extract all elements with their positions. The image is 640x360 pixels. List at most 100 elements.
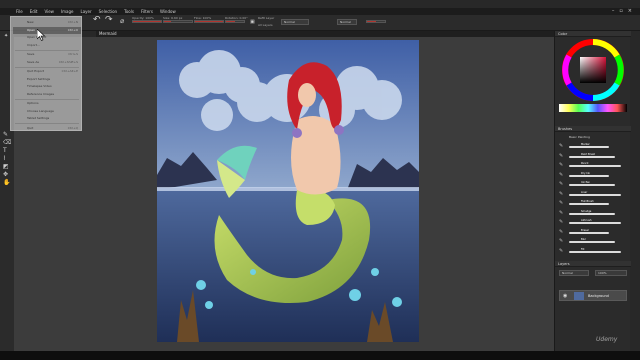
- brush-item[interactable]: ✎ Paint Brush: [559, 153, 627, 161]
- brush-stroke-preview: [569, 250, 621, 253]
- color-wheel[interactable]: [561, 38, 625, 102]
- brush-stroke-preview: [569, 174, 609, 177]
- layer-opacity-field[interactable]: 100%: [595, 270, 627, 276]
- mermaid-illustration: [157, 40, 419, 342]
- eraser-icon[interactable]: ⌫: [3, 139, 11, 146]
- close-window-button[interactable]: ×: [628, 8, 632, 14]
- text-tool-icon[interactable]: T: [3, 147, 7, 154]
- brush-item[interactable]: ✎ Liner: [559, 191, 627, 199]
- brushes-panel-header: Brushes: [555, 126, 631, 132]
- menu-file[interactable]: File: [16, 9, 23, 14]
- opacity-slider-fill: [133, 21, 161, 22]
- file-menu-item[interactable]: Save As Ctrl+Shift+S: [13, 59, 81, 66]
- file-menu-item[interactable]: Choose Language: [13, 108, 81, 115]
- brush-item[interactable]: ✎ Blur: [559, 238, 627, 246]
- undo-icon[interactable]: ↶: [93, 16, 101, 25]
- brush-stroke-preview: [569, 222, 621, 224]
- color-swatches[interactable]: [559, 104, 627, 112]
- color-panel-title: Color: [558, 32, 568, 36]
- brush-icon: ✎: [559, 209, 564, 216]
- redo-icon[interactable]: ↷: [105, 16, 113, 25]
- file-menu-item[interactable]: Tablet Settings: [13, 115, 81, 122]
- brush-name: Ink Pen: [581, 181, 591, 184]
- brush-name: Eraser: [581, 228, 590, 232]
- brush-name: Smudge: [581, 209, 592, 213]
- pin-icon[interactable]: ✦: [4, 33, 8, 39]
- file-menu-item[interactable]: Quit Export Ctrl+Alt+E: [13, 68, 81, 75]
- menu-selection[interactable]: Selection: [99, 9, 117, 14]
- rotation-slider[interactable]: [225, 20, 245, 23]
- file-menu-item[interactable]: Open Recent: [13, 34, 81, 41]
- menu-tools[interactable]: Tools: [124, 9, 134, 14]
- size-slider[interactable]: [163, 20, 193, 23]
- file-menu-item[interactable]: Reference Images: [13, 91, 81, 98]
- brush-name: Fill: [581, 247, 585, 251]
- minimize-button[interactable]: –: [612, 8, 615, 14]
- brush-name: Liner: [581, 190, 588, 194]
- brush-item[interactable]: ✎ Smudge: [559, 210, 627, 218]
- maximize-button[interactable]: ▫: [619, 8, 622, 14]
- blend-mode-select[interactable]: Normal: [281, 19, 309, 25]
- layer-thumbnail: [574, 292, 584, 300]
- eye-icon[interactable]: ◉: [563, 293, 567, 299]
- layer-row[interactable]: ◉ Background: [559, 290, 627, 301]
- menu-window[interactable]: Window: [160, 9, 176, 14]
- file-menu-item-shortcut: Ctrl+Q: [67, 125, 78, 130]
- flow-slider[interactable]: [194, 20, 224, 23]
- brush-stroke-preview: [569, 241, 615, 243]
- brush-icon[interactable]: ✎: [3, 131, 8, 138]
- opacity-slider[interactable]: [132, 20, 162, 23]
- menu-layer[interactable]: Layer: [80, 9, 91, 14]
- file-menu-item[interactable]: Options: [13, 100, 81, 107]
- file-menu-item[interactable]: New Ctrl+N: [13, 19, 81, 26]
- file-menu-item[interactable]: Timelapse Video: [13, 83, 81, 90]
- brush-item[interactable]: ✎ Dry Ink: [559, 172, 627, 180]
- file-menu-item-label: Options: [27, 101, 39, 105]
- menu-image[interactable]: Image: [61, 9, 74, 14]
- brush-name: Paint Brush: [581, 152, 596, 156]
- file-menu-item[interactable]: Export Settings: [13, 76, 81, 83]
- brush-item[interactable]: ✎ Eraser: [559, 229, 627, 237]
- letterbox-bottom: [0, 351, 640, 360]
- document-tab[interactable]: Mermaid: [99, 31, 116, 36]
- brush-icon: ✎: [559, 238, 564, 244]
- rotation-slider-fill: [226, 21, 235, 22]
- brush-item[interactable]: ✎ Marker: [559, 143, 627, 151]
- file-menu-item-label: Quit: [27, 125, 34, 130]
- brush-tool-icon[interactable]: ⌀: [120, 17, 124, 26]
- brush-item[interactable]: ✎ Ink Pen: [559, 181, 627, 189]
- brush-item[interactable]: ✎ Flat Brush: [559, 200, 627, 208]
- file-menu-item[interactable]: Save Ctrl+S: [13, 51, 81, 58]
- file-menu-item[interactable]: Import...: [13, 42, 81, 49]
- menu-view[interactable]: View: [44, 9, 54, 14]
- brush-item[interactable]: ✎ Fill: [559, 248, 627, 256]
- file-menu-item[interactable]: Open Ctrl+O: [13, 26, 81, 34]
- file-menu-item-label: Choose Language: [27, 108, 54, 113]
- transform-icon[interactable]: ✥: [3, 171, 8, 178]
- file-menu-item-label: Timelapse Video: [27, 84, 52, 88]
- eyedropper-icon[interactable]: ⌇: [3, 155, 6, 162]
- menu-edit[interactable]: Edit: [30, 9, 38, 14]
- brush-category[interactable]: Basic Painting: [569, 135, 590, 139]
- refit-layer-label[interactable]: Refit Layer: [258, 16, 274, 20]
- brush-preset-select[interactable]: Normal: [337, 19, 357, 25]
- brush-icon: ✎: [559, 181, 564, 187]
- file-menu-item-shortcut: Ctrl+S: [68, 52, 78, 56]
- file-menu-item[interactable]: Quit Ctrl+Q: [13, 125, 81, 132]
- refit-icon[interactable]: ▣: [250, 18, 255, 27]
- brushes-panel-title: Brushes: [558, 127, 573, 131]
- color-panel-header: Color: [555, 31, 631, 37]
- tool-options-bar: ↶ ↷ ⌀ Opacity: 100% Size: 6.60 px Flow: …: [0, 15, 640, 31]
- layer-blend-select[interactable]: Normal: [559, 270, 589, 276]
- brush-icon: ✎: [559, 152, 564, 159]
- artwork-canvas[interactable]: [157, 40, 419, 342]
- file-menu-item-label: Save As: [27, 59, 39, 64]
- all-layers-label[interactable]: All Layers: [258, 23, 273, 27]
- menu-filters[interactable]: Filters: [141, 9, 153, 14]
- brush-item[interactable]: ✎ Pencil: [559, 162, 627, 170]
- flow-slider-fill: [195, 21, 223, 22]
- fill-icon[interactable]: ◩: [3, 163, 9, 170]
- hand-icon[interactable]: ✋: [3, 179, 10, 186]
- brush-item[interactable]: ✎ Airbrush: [559, 219, 627, 227]
- extra-slider[interactable]: [366, 20, 386, 23]
